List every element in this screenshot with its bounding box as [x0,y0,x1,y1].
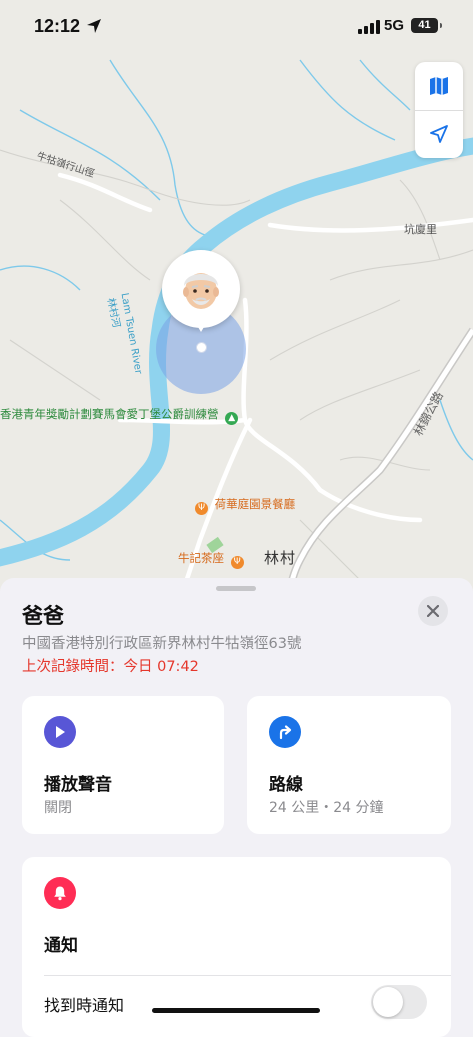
bell-icon [54,886,66,901]
network-type: 5G [384,17,405,34]
home-indicator[interactable] [152,1008,320,1013]
location-services-icon [87,19,101,33]
campsite-icon: ▲ [225,412,239,425]
notifications-title: 通知 [44,936,78,956]
play-icon [56,726,65,738]
directions-distance-time: 24 公里・24 分鐘 [269,800,384,816]
status-time: 12:12 [34,16,81,36]
directions-title: 路線 [269,775,303,795]
play-sound-icon-bg [44,716,76,748]
notify-when-found-label: 找到時通知 [44,996,125,1015]
map-poi-tea-house[interactable]: 牛記茶座 Ψ [178,550,247,569]
map-poi-camp[interactable]: 香港青年獎勵計劃賽馬會愛丁堡公爵訓練營 ▲ [0,406,241,425]
play-sound-status: 關閉 [44,800,72,816]
map-controls [415,62,463,158]
map-icon [430,77,448,95]
person-avatar-pin[interactable] [162,250,240,332]
map-view[interactable]: 牛牯嶺行山徑 坑廈里 林村河 Lam Tsuen River 香港青年獎勵計劃賽… [0,0,473,600]
map-label-kang-ha-lei: 坑廈里 [404,223,437,236]
person-address: 中國香港特別行政區新界林村牛牯嶺徑63號 [22,636,302,652]
close-icon [427,605,439,617]
restaurant-icon: Ψ [195,502,208,515]
map-poi-restaurant-label: 荷華庭園景餐廳 [214,497,296,511]
map-label-village: 林村 [264,549,297,567]
play-sound-button[interactable]: 播放聲音 關閉 [22,696,224,834]
notifications-divider [44,975,451,976]
map-mode-button[interactable] [415,62,463,110]
track-location-button[interactable] [415,110,463,158]
turn-right-arrow-icon [279,725,292,740]
cafe-icon: Ψ [230,556,244,569]
map-poi-tea-house-label: 牛記茶座 [178,551,224,565]
notify-when-found-toggle[interactable] [371,985,427,1019]
avatar [183,273,219,309]
last-seen-time: 上次記錄時間：今日 07:42 [22,659,199,675]
person-name: 爸爸 [22,604,64,628]
location-dot [196,342,207,353]
battery-icon: 41 [411,18,442,33]
close-button[interactable] [418,596,448,626]
play-sound-title: 播放聲音 [44,775,112,795]
directions-button[interactable]: 路線 24 公里・24 分鐘 [247,696,451,834]
status-bar: 12:12 5G 41 [0,0,473,54]
person-detail-sheet: 爸爸 中國香港特別行政區新界林村牛牯嶺徑63號 上次記錄時間：今日 07:42 … [0,578,473,1037]
directions-icon-bg [269,716,301,748]
notifications-icon-bg [44,877,76,909]
map-poi-camp-label: 香港青年獎勵計劃賽馬會愛丁堡公爵訓練營 [0,407,219,421]
sheet-grabber[interactable] [216,586,256,591]
map-poi-restaurant[interactable]: Ψ 荷華庭園景餐廳 [192,496,295,515]
location-arrow-icon [430,125,448,143]
cellular-signal-icon [358,20,380,34]
